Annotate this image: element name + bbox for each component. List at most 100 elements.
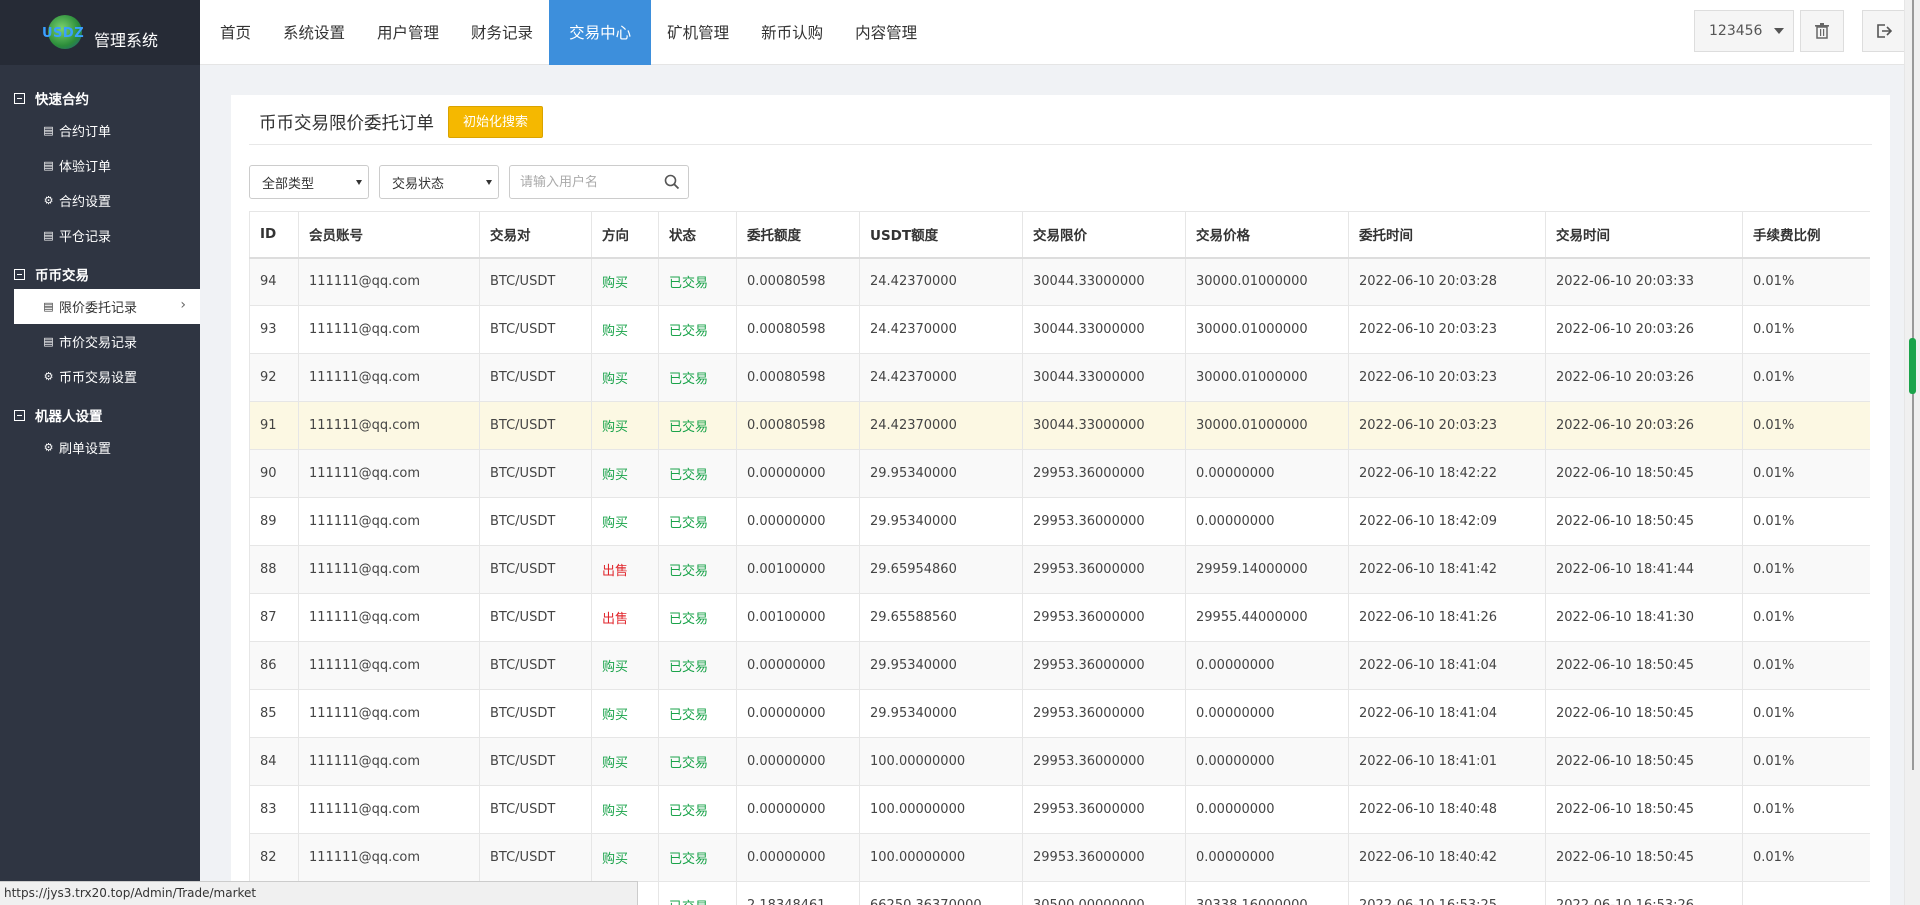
table-row[interactable]: 86 111111@qq.com BTC/USDT 购买 已交易 0.00000000 29… xyxy=(249,641,1870,690)
nav-item-1[interactable]: 系统设置 xyxy=(267,0,361,65)
sidebar-item-1-0[interactable]: ▤ 限价委托记录 › xyxy=(14,289,200,324)
nav-item-2[interactable]: 用户管理 xyxy=(361,0,455,65)
clear-cache-button[interactable] xyxy=(1800,10,1844,52)
sidebar-group-2[interactable]: 机器人设置 xyxy=(0,400,200,430)
user-dropdown[interactable]: 123456 xyxy=(1694,10,1794,52)
table-cell: 30338.16000000 xyxy=(1185,881,1349,905)
page-title: 币币交易限价委托订单 xyxy=(259,113,434,134)
table-cell: 2022-06-10 18:50:45 xyxy=(1545,833,1743,882)
table-cell: 29953.36000000 xyxy=(1022,689,1186,738)
table-cell: 2022-06-10 20:03:26 xyxy=(1545,401,1743,450)
sidebar-item-1-2[interactable]: ⚙ 币币交易设置 xyxy=(0,359,200,394)
sidebar-item-2-0[interactable]: ⚙ 刷单设置 xyxy=(0,430,200,465)
logo[interactable]: USDZ 管理系统 xyxy=(0,0,200,65)
table-cell: 30044.33000000 xyxy=(1022,401,1186,450)
table-cell: 91 xyxy=(249,401,299,450)
table-cell: 0.00000000 xyxy=(1185,641,1349,690)
status-select[interactable]: 交易状态 xyxy=(379,165,499,199)
table-cell: BTC/USDT xyxy=(479,641,592,690)
table-cell: 已交易 xyxy=(658,257,737,306)
logout-button[interactable] xyxy=(1862,10,1906,52)
sidebar-item-0-0[interactable]: ▤ 合约订单 xyxy=(0,113,200,148)
app-name: 管理系统 xyxy=(94,30,159,50)
username-input[interactable] xyxy=(520,174,650,190)
table-row[interactable]: 93 111111@qq.com BTC/USDT 购买 已交易 0.00080598 24… xyxy=(249,305,1870,354)
table-row[interactable]: 85 111111@qq.com BTC/USDT 购买 已交易 0.00000000 29… xyxy=(249,689,1870,738)
list-icon: ▤ xyxy=(43,300,54,313)
table-cell: 2022-06-10 18:50:45 xyxy=(1545,449,1743,498)
table-cell: 0.01% xyxy=(1742,401,1870,450)
table-cell: 0.00100000 xyxy=(736,545,860,594)
search-icon[interactable] xyxy=(664,174,680,190)
table-cell: 0.01% xyxy=(1742,785,1870,834)
table-cell: 93 xyxy=(249,305,299,354)
table-cell: 0.00080598 xyxy=(736,305,860,354)
table-cell: 2022-06-10 18:40:42 xyxy=(1348,833,1546,882)
nav-item-5[interactable]: 矿机管理 xyxy=(651,0,745,65)
type-select[interactable]: 全部类型 xyxy=(249,165,369,199)
column-header: 委托时间 xyxy=(1348,211,1546,259)
table-row[interactable]: 89 111111@qq.com BTC/USDT 购买 已交易 0.00000000 29… xyxy=(249,497,1870,546)
table-cell: 0.00080598 xyxy=(736,401,860,450)
table-row[interactable]: 83 111111@qq.com BTC/USDT 购买 已交易 0.00000000 10… xyxy=(249,785,1870,834)
table-cell: 100.00000000 xyxy=(859,833,1023,882)
table-cell: 0.01% xyxy=(1742,689,1870,738)
table-row[interactable]: 87 111111@qq.com BTC/USDT 出售 已交易 0.00100000 29… xyxy=(249,593,1870,642)
table-cell: 88 xyxy=(249,545,299,594)
sidebar-item-1-1[interactable]: ▤ 市价交易记录 xyxy=(0,324,200,359)
table-cell: 2022-06-10 18:40:48 xyxy=(1348,785,1546,834)
table-cell: 2022-06-10 18:41:30 xyxy=(1545,593,1743,642)
init-search-button[interactable]: 初始化搜索 xyxy=(448,106,544,138)
logout-icon xyxy=(1877,24,1892,38)
table-cell: 86 xyxy=(249,641,299,690)
sidebar-item-0-3[interactable]: ▤ 平仓记录 xyxy=(0,218,200,253)
nav-item-4[interactable]: 交易中心 xyxy=(549,0,652,65)
scroll-thumb[interactable] xyxy=(1909,338,1916,394)
type-select-value: 全部类型 xyxy=(262,176,315,192)
nav-item-0[interactable]: 首页 xyxy=(204,0,267,65)
table-row[interactable]: 82 111111@qq.com BTC/USDT 购买 已交易 0.00000000 10… xyxy=(249,833,1870,882)
table-cell: 111111@qq.com xyxy=(298,641,480,690)
table-cell: 111111@qq.com xyxy=(298,785,480,834)
sidebar-group-0[interactable]: 快速合约 xyxy=(0,83,200,113)
table-cell: 29.65588560 xyxy=(859,593,1023,642)
gear-icon: ⚙ xyxy=(43,441,54,454)
table-cell: 已交易 xyxy=(658,689,737,738)
table-cell: 购买 xyxy=(591,497,659,546)
nav-item-3[interactable]: 财务记录 xyxy=(455,0,549,65)
table-cell: 已交易 xyxy=(658,305,737,354)
table-cell: 已交易 xyxy=(658,497,737,546)
table-cell: 已交易 xyxy=(658,401,737,450)
table-cell: 0.00000000 xyxy=(736,833,860,882)
table-row[interactable]: 88 111111@qq.com BTC/USDT 出售 已交易 0.00100000 29… xyxy=(249,545,1870,594)
table-row[interactable]: 84 111111@qq.com BTC/USDT 购买 已交易 0.00000000 10… xyxy=(249,737,1870,786)
sidebar-group-1[interactable]: 币币交易 xyxy=(0,259,200,289)
table-cell: 0.01% xyxy=(1742,641,1870,690)
table-cell: 29953.36000000 xyxy=(1022,641,1186,690)
gear-icon: ⚙ xyxy=(43,370,54,383)
table-cell: 0.00000000 xyxy=(1185,449,1349,498)
table-cell: 已交易 xyxy=(658,545,737,594)
table-cell: 111111@qq.com xyxy=(298,593,480,642)
table-row[interactable]: 90 111111@qq.com BTC/USDT 购买 已交易 0.00000000 29… xyxy=(249,449,1870,498)
table-cell: 85 xyxy=(249,689,299,738)
table-cell: 29953.36000000 xyxy=(1022,593,1186,642)
table-cell: 111111@qq.com xyxy=(298,545,480,594)
sidebar-item-0-2[interactable]: ⚙ 合约设置 xyxy=(0,183,200,218)
nav-item-6[interactable]: 新币认购 xyxy=(745,0,839,65)
table-row[interactable]: 94 111111@qq.com BTC/USDT 购买 已交易 0.00080598 24… xyxy=(249,257,1870,306)
status-url: https://jys3.trx20.top/Admin/Trade/marke… xyxy=(0,881,638,905)
filter-bar: 全部类型 交易状态 xyxy=(249,165,689,199)
page-scrollbar[interactable] xyxy=(1904,0,1920,905)
table-cell: BTC/USDT xyxy=(479,689,592,738)
table-row[interactable]: 91 111111@qq.com BTC/USDT 购买 已交易 0.00080598 24… xyxy=(249,401,1870,450)
sidebar-item-0-1[interactable]: ▤ 体验订单 xyxy=(0,148,200,183)
table-cell: 2022-06-10 18:42:22 xyxy=(1348,449,1546,498)
table-cell: 2022-06-10 18:50:45 xyxy=(1545,737,1743,786)
table-cell: BTC/USDT xyxy=(479,737,592,786)
table-cell: 已交易 xyxy=(658,881,737,905)
nav-item-7[interactable]: 内容管理 xyxy=(839,0,933,65)
table-cell: 2022-06-10 18:41:04 xyxy=(1348,689,1546,738)
table-row[interactable]: 92 111111@qq.com BTC/USDT 购买 已交易 0.00080598 24… xyxy=(249,353,1870,402)
table-cell: 30000.01000000 xyxy=(1185,401,1349,450)
